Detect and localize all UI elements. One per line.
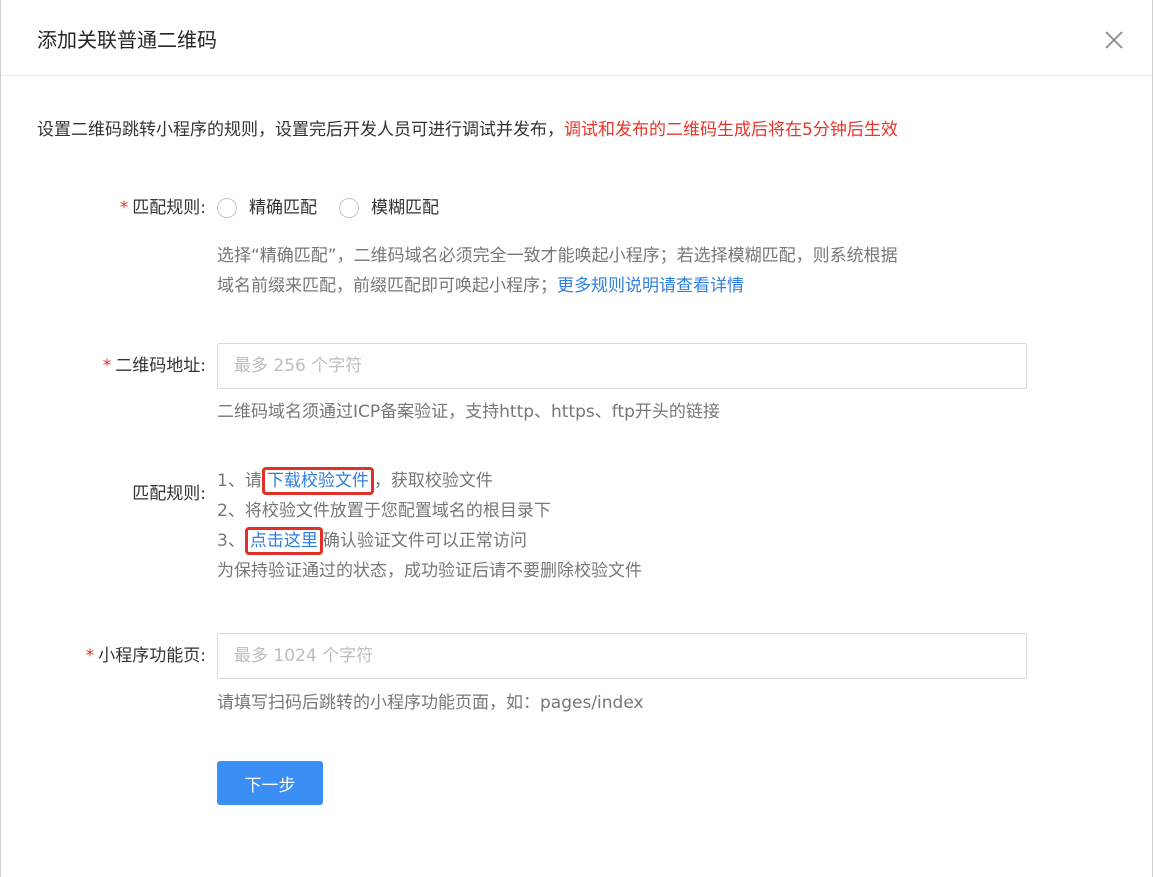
verify-note: 为保持验证通过的状态，成功验证后请不要删除校验文件 bbox=[217, 561, 642, 581]
verify-step-1: 1、请 下载校验文件 ，获取校验文件 bbox=[217, 466, 642, 496]
qr-address-help: 二维码域名须通过ICP备案验证，支持http、https、ftp开头的链接 bbox=[217, 402, 720, 422]
rules-detail-link[interactable]: 更多规则说明请查看详情 bbox=[557, 276, 744, 296]
match-rule-label-text: 匹配规则: bbox=[132, 198, 206, 218]
required-mark: * bbox=[85, 646, 95, 666]
match-rule-help-line1: 选择“精确匹配”，二维码域名必须完全一致才能唤起小程序；若选择模糊匹配，则系统根… bbox=[217, 246, 898, 266]
match-rule-radio-group: 精确匹配 模糊匹配 bbox=[217, 195, 461, 221]
check-access-link[interactable]: 点击这里 bbox=[244, 527, 323, 555]
mini-page-label-text: 小程序功能页: bbox=[98, 646, 206, 666]
verify-step-3: 3、 点击这里 确认验证文件可以正常访问 bbox=[217, 526, 642, 556]
qr-address-label-text: 二维码地址: bbox=[115, 356, 206, 376]
radio-exact-label: 精确匹配 bbox=[249, 198, 317, 218]
intro-description: 设置二维码跳转小程序的规则，设置完后开发人员可进行调试并发布， bbox=[37, 120, 564, 140]
intro-text: 设置二维码跳转小程序的规则，设置完后开发人员可进行调试并发布，调试和发布的二维码… bbox=[37, 117, 898, 143]
dialog: 添加关联普通二维码 设置二维码跳转小程序的规则，设置完后开发人员可进行调试并发布… bbox=[0, 0, 1153, 877]
required-mark: * bbox=[102, 356, 112, 376]
step3-suffix: 确认验证文件可以正常访问 bbox=[322, 531, 527, 551]
mini-page-help: 请填写扫码后跳转的小程序功能页面，如：pages/index bbox=[217, 693, 644, 713]
radio-exact-match[interactable]: 精确匹配 bbox=[217, 195, 317, 221]
dialog-title: 添加关联普通二维码 bbox=[37, 28, 217, 52]
qr-address-label: * 二维码地址: bbox=[1, 353, 206, 379]
download-verify-file-link[interactable]: 下载校验文件 bbox=[261, 467, 374, 495]
radio-circle-icon bbox=[217, 198, 237, 218]
step1-prefix: 1、请 bbox=[217, 471, 262, 491]
match-rule-help: 选择“精确匹配”，二维码域名必须完全一致才能唤起小程序；若选择模糊匹配，则系统根… bbox=[217, 241, 898, 301]
mini-page-label: * 小程序功能页: bbox=[1, 643, 206, 669]
match-rule-label: * 匹配规则: bbox=[1, 195, 206, 221]
qr-address-input[interactable] bbox=[217, 343, 1027, 389]
radio-fuzzy-label: 模糊匹配 bbox=[371, 198, 439, 218]
required-mark: * bbox=[119, 198, 129, 218]
radio-fuzzy-match[interactable]: 模糊匹配 bbox=[339, 195, 439, 221]
step3-prefix: 3、 bbox=[217, 531, 245, 551]
step1-suffix: ，获取校验文件 bbox=[373, 471, 493, 491]
radio-circle-icon bbox=[339, 198, 359, 218]
dialog-header: 添加关联普通二维码 bbox=[1, 0, 1152, 76]
verify-step-2: 2、将校验文件放置于您配置域名的根目录下 bbox=[217, 501, 551, 521]
mini-page-input[interactable] bbox=[217, 633, 1027, 679]
verify-steps: 1、请 下载校验文件 ，获取校验文件 2、将校验文件放置于您配置域名的根目录下 3、… bbox=[217, 466, 642, 586]
match-rule-help-line2-text: 域名前缀来匹配，前缀匹配即可唤起小程序； bbox=[217, 276, 557, 296]
match-rule-help-line2: 域名前缀来匹配，前缀匹配即可唤起小程序；更多规则说明请查看详情 bbox=[217, 271, 898, 301]
close-icon bbox=[1105, 31, 1123, 49]
next-step-button[interactable]: 下一步 bbox=[217, 761, 323, 805]
close-button[interactable] bbox=[1100, 26, 1128, 54]
verify-rule-label: 匹配规则: bbox=[132, 484, 206, 504]
intro-warning: 调试和发布的二维码生成后将在5分钟后生效 bbox=[564, 120, 898, 140]
